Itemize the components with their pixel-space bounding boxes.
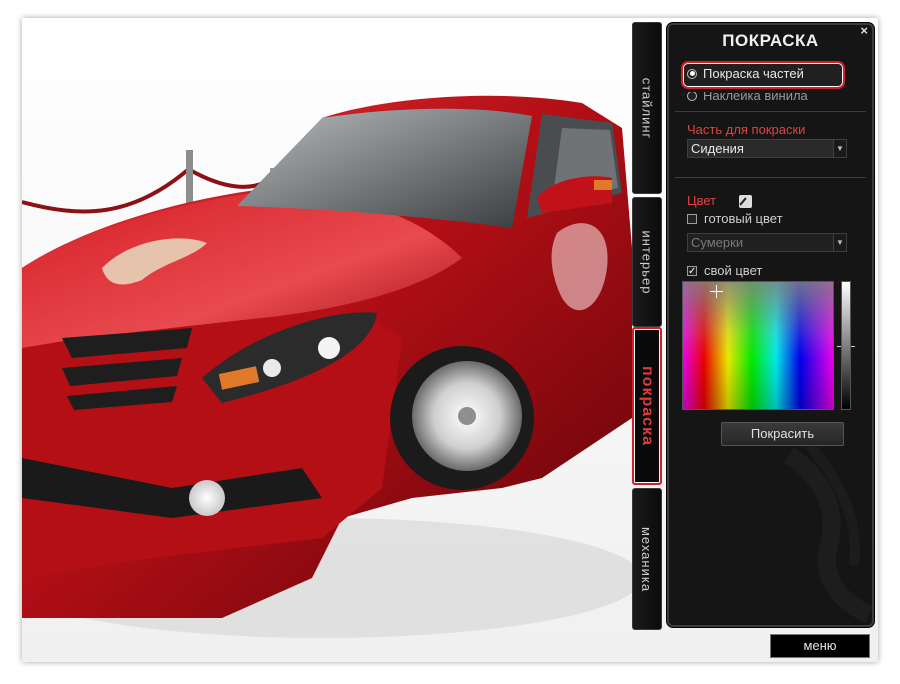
game-window: стайлинг интерьер покраска механика ПОКР… (22, 18, 878, 662)
chevron-down-icon: ▼ (833, 234, 846, 251)
tab-paint[interactable]: покраска (632, 327, 662, 485)
own-color-checkbox-row[interactable]: ✓ свой цвет (687, 263, 762, 278)
tab-paint-label: покраска (639, 366, 657, 446)
eyedropper-icon[interactable] (739, 195, 752, 208)
close-icon[interactable]: × (860, 23, 868, 38)
paint-button[interactable]: Покрасить (721, 422, 844, 446)
color-picker-field[interactable] (682, 281, 834, 410)
tab-styling-label: стайлинг (639, 77, 655, 139)
panel-title: ПОКРАСКА (722, 31, 819, 50)
panel-background-decoration (783, 445, 872, 624)
crosshair-icon[interactable] (710, 285, 723, 298)
radio-paint-parts-label: Покраска частей (703, 66, 804, 81)
brightness-slider-handle[interactable] (837, 346, 855, 347)
chevron-down-icon: ▼ (833, 140, 846, 157)
radio-vinyl[interactable]: Наклейка винила (687, 88, 808, 103)
vertical-tab-bar: стайлинг интерьер покраска механика (632, 22, 662, 630)
radio-paint-parts[interactable]: Покраска частей (687, 66, 804, 81)
part-select-value: Сидения (691, 141, 744, 156)
paint-panel: ПОКРАСКА × Покраска частей Наклейка вини… (667, 23, 874, 627)
radio-button[interactable] (687, 92, 697, 101)
radio-vinyl-label: Наклейка винила (703, 88, 808, 103)
preset-color-select[interactable]: Сумерки ▼ (687, 233, 847, 252)
own-color-label: свой цвет (704, 263, 763, 278)
tab-mechanics[interactable]: механика (632, 488, 662, 630)
divider (675, 177, 866, 178)
own-color-checkbox[interactable]: ✓ (687, 265, 697, 276)
menu-button[interactable]: меню (770, 634, 870, 658)
tab-interior-label: интерьер (639, 230, 655, 294)
preset-color-value: Сумерки (691, 235, 744, 250)
radio-button-selected[interactable] (687, 68, 697, 79)
divider (675, 111, 866, 112)
color-section-label: Цвет (687, 193, 717, 208)
ready-color-checkbox[interactable] (687, 213, 697, 224)
tab-mechanics-label: механика (639, 526, 655, 592)
part-select[interactable]: Сидения ▼ (687, 139, 847, 158)
tab-interior[interactable]: интерьер (632, 197, 662, 327)
part-section-label: Часть для покраски (687, 122, 806, 137)
ready-color-label: готовый цвет (704, 211, 783, 226)
ready-color-checkbox-row[interactable]: готовый цвет (687, 211, 783, 226)
tab-styling[interactable]: стайлинг (632, 22, 662, 194)
